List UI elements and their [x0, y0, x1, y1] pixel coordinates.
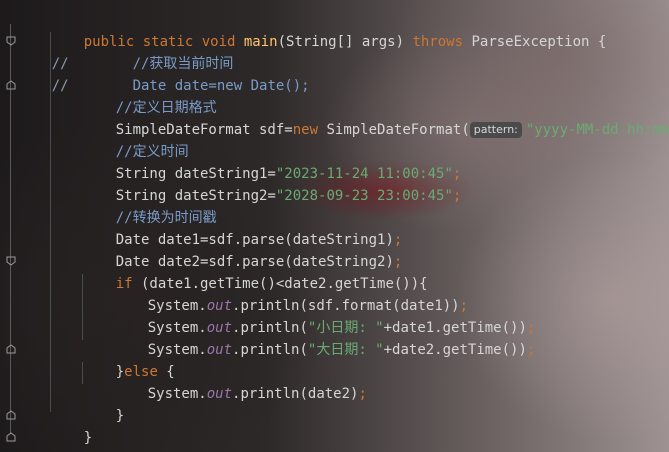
fold-end-icon[interactable]: [6, 410, 16, 420]
token-text: }: [115, 408, 125, 424]
token-text: }: [83, 430, 93, 446]
token-static-field: out: [206, 342, 233, 358]
code-line-1[interactable]: public static void main(String[] args) t…: [50, 9, 607, 50]
parameter-hint: pattern:: [469, 122, 522, 138]
code-line-7[interactable]: String dateString1="2023-11-24 11:00:45"…: [82, 141, 462, 182]
code-line-18[interactable]: }: [82, 383, 124, 424]
token-text: (String[] args): [277, 34, 413, 50]
token-string: "2028-09-23 23:00:45": [275, 188, 453, 204]
token-text: +date2.getTime()): [383, 342, 527, 358]
code-line-16[interactable]: }else {: [82, 339, 175, 380]
token-static-field: out: [206, 386, 233, 402]
fold-start-icon[interactable]: [6, 36, 16, 46]
code-line-19[interactable]: }: [50, 405, 92, 446]
code-editor[interactable]: public static void main(String[] args) t…: [0, 0, 669, 452]
code-line-10[interactable]: Date date1=sdf.parse(dateString1);: [82, 207, 403, 248]
fold-end-icon[interactable]: [6, 344, 16, 354]
fold-end-icon[interactable]: [6, 432, 16, 442]
line-comment-prefix: //: [51, 78, 69, 94]
code-line-6[interactable]: //定义时间: [82, 119, 189, 160]
code-line-17[interactable]: System.out.println(date2);: [114, 361, 367, 402]
token-semicolon: ;: [358, 386, 367, 402]
code-line-11[interactable]: Date date2=sdf.parse(dateString2);: [82, 229, 403, 270]
code-line-15[interactable]: System.out.println("大日期: "+date2.getTime…: [114, 317, 536, 358]
fold-end-icon[interactable]: [6, 80, 16, 90]
code-line-5[interactable]: SimpleDateFormat sdf=new SimpleDateForma…: [82, 97, 669, 138]
token-string: "yyyy-MM-dd hh:mm:ss": [525, 122, 669, 138]
token-text: ParseException {: [463, 34, 607, 50]
code-line-2[interactable]: ////获取当前时间: [18, 31, 234, 72]
token-text: SimpleDateFormat(: [318, 122, 470, 138]
code-line-8[interactable]: String dateString2="2028-09-23 23:00:45"…: [82, 163, 462, 204]
code-line-20[interactable]: }: [18, 427, 60, 449]
token-keyword: throws: [412, 34, 464, 50]
code-line-12[interactable]: if (date1.getTime()<date2.getTime()){: [82, 251, 428, 292]
token-text: .println(date2): [232, 386, 359, 402]
code-line-13[interactable]: System.out.println(sdf.format(date1));: [114, 273, 468, 314]
token-string: "大日期: ": [307, 342, 384, 358]
code-line-14[interactable]: System.out.println("小日期: "+date1.getTime…: [114, 295, 536, 336]
token-text: System.: [147, 386, 207, 402]
token-method-name: main: [243, 34, 278, 50]
code-line-9[interactable]: //转换为时间戳: [82, 185, 217, 226]
token-text: .println(: [232, 342, 308, 358]
token-semicolon: ;: [452, 188, 462, 204]
code-line-3[interactable]: //Date date=new Date();: [18, 53, 310, 94]
token-keyword: new: [292, 122, 319, 138]
code-line-4[interactable]: //定义日期格式: [82, 75, 217, 116]
fold-start-icon[interactable]: [6, 256, 16, 266]
token-semicolon: ;: [526, 342, 536, 358]
